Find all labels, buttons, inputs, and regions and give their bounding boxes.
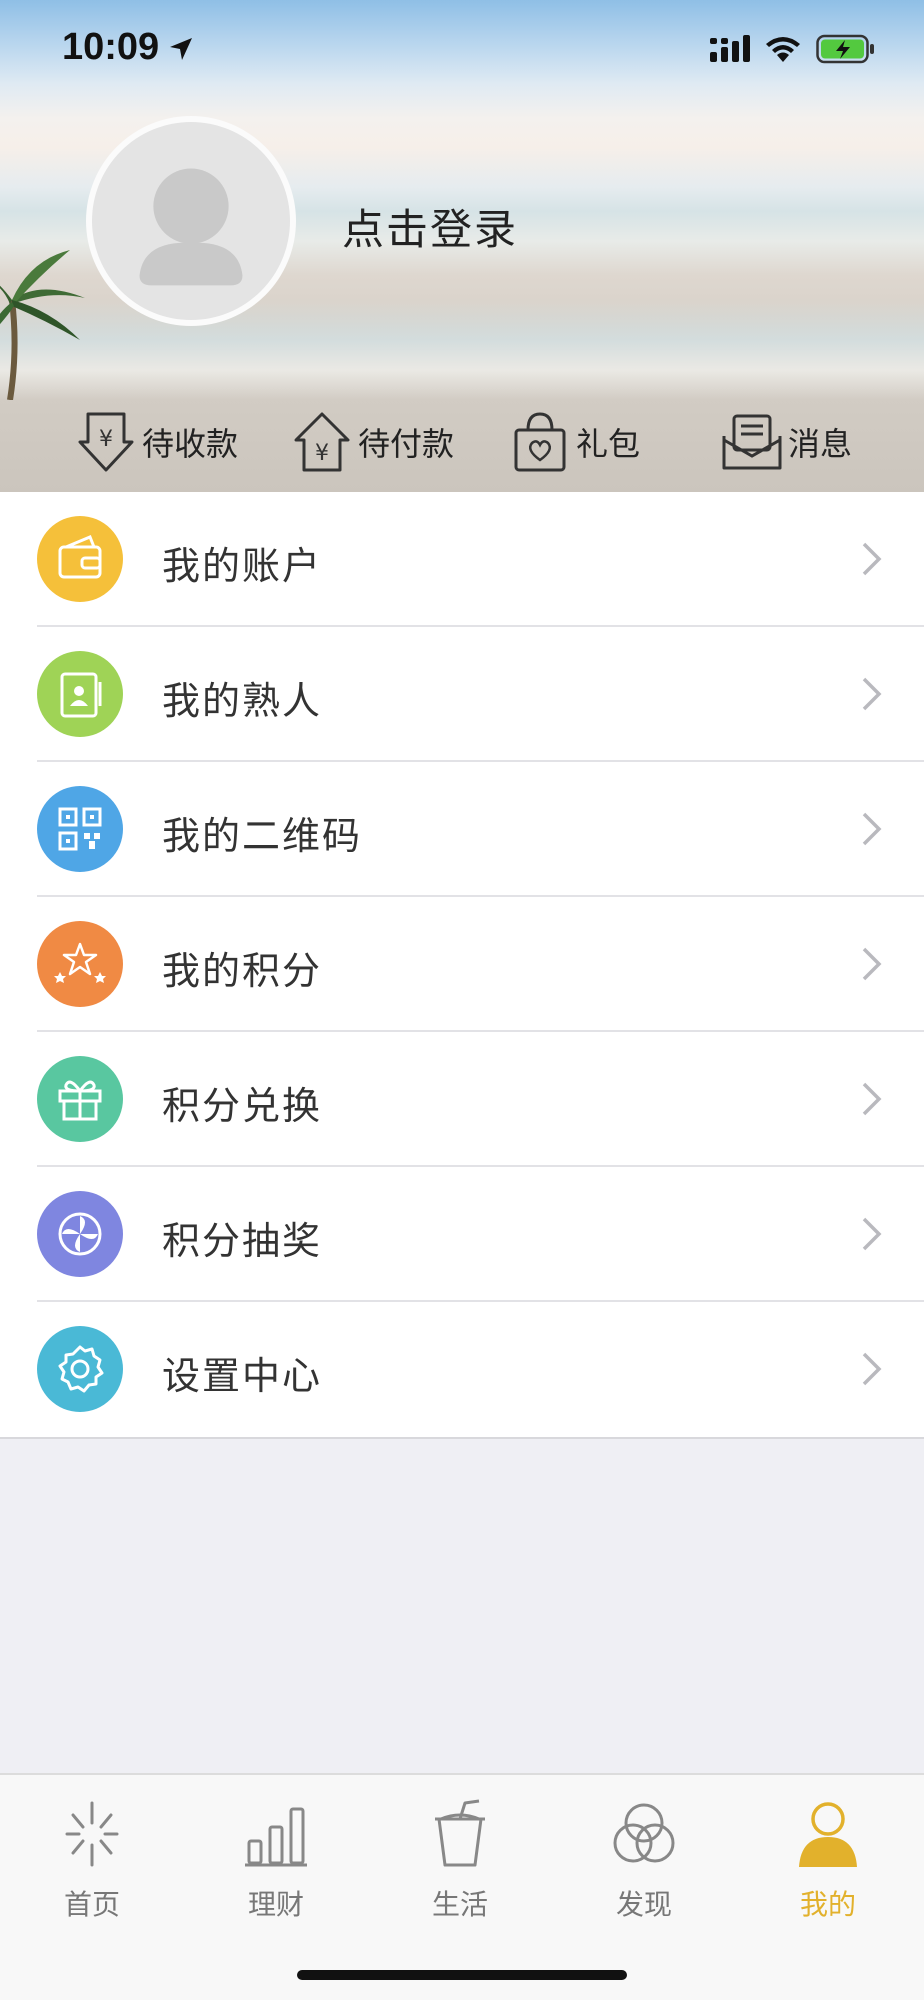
home-burst-icon — [65, 1801, 119, 1867]
tab-label: 理财 — [247, 1888, 304, 1921]
menu-item-label: 我的账户 — [162, 544, 323, 588]
discover-icon — [613, 1803, 675, 1863]
wifi-icon — [766, 37, 800, 62]
tab-label: 生活 — [431, 1888, 488, 1921]
menu-list: 我的账户 我的熟人 我的二维码 我的积分 积分兑换 积分抽奖 设置中心 — [0, 492, 924, 1439]
default-avatar-icon — [139, 168, 243, 286]
pinwheel-icon — [37, 1191, 123, 1277]
menu-item-qrcode[interactable]: 我的二维码 — [0, 762, 924, 897]
person-icon — [799, 1802, 857, 1867]
menu-item-label: 我的熟人 — [162, 679, 323, 723]
receive-money-icon: ¥ — [78, 412, 134, 472]
tab-label: 我的 — [799, 1888, 856, 1921]
chevron-right-icon — [862, 542, 882, 576]
menu-item-settings[interactable]: 设置中心 — [0, 1302, 924, 1437]
svg-text:¥: ¥ — [99, 427, 113, 452]
battery-icon — [816, 34, 874, 64]
location-arrow-icon — [170, 38, 192, 60]
cellular-signal-icon — [710, 35, 750, 62]
chevron-right-icon — [862, 677, 882, 711]
menu-item-account[interactable]: 我的账户 — [0, 492, 924, 627]
palm-tree-decoration — [0, 250, 85, 400]
profile-header: 10:09 点击登录 ¥ 待收款 ¥ 待付款 礼包 消息 — [0, 0, 924, 492]
tab-label: 发现 — [615, 1888, 672, 1921]
sea-background — [0, 300, 924, 400]
tab-life[interactable]: 生活 — [368, 1799, 552, 1921]
gift-icon — [37, 1056, 123, 1142]
tab-label: 首页 — [63, 1888, 120, 1921]
menu-item-contacts[interactable]: 我的熟人 — [0, 627, 924, 762]
home-indicator[interactable] — [297, 1970, 627, 1980]
qrcode-icon — [37, 786, 123, 872]
chevron-right-icon — [862, 1082, 882, 1116]
svg-text:¥: ¥ — [315, 441, 329, 466]
status-bar: 10:09 — [0, 0, 924, 100]
tab-bar: 首页 理财 生活 发现 我的 — [0, 1773, 924, 2000]
quick-action-label: 消息 — [788, 425, 853, 463]
quick-action-pay[interactable]: ¥ 待付款 — [290, 392, 454, 492]
tab-mine[interactable]: 我的 — [736, 1799, 920, 1921]
menu-item-label: 我的二维码 — [162, 814, 363, 858]
status-time: 10:09 — [62, 26, 160, 68]
tab-discover[interactable]: 发现 — [552, 1799, 736, 1921]
login-link[interactable]: 点击登录 — [342, 196, 518, 257]
menu-item-label: 积分兑换 — [162, 1084, 323, 1128]
gift-bag-icon — [514, 412, 566, 472]
menu-item-label: 我的积分 — [162, 949, 323, 993]
pay-money-icon: ¥ — [294, 412, 350, 472]
message-icon — [722, 414, 782, 470]
quick-action-label: 礼包 — [576, 425, 641, 463]
quick-action-message[interactable]: 消息 — [720, 392, 852, 492]
bar-chart-icon — [245, 1807, 307, 1867]
avatar[interactable] — [86, 116, 296, 326]
quick-action-bar: ¥ 待收款 ¥ 待付款 礼包 消息 — [0, 392, 924, 492]
chevron-right-icon — [862, 1352, 882, 1386]
wallet-icon — [37, 516, 123, 602]
stars-icon — [37, 921, 123, 1007]
quick-action-label: 待收款 — [142, 425, 239, 463]
menu-item-label: 积分抽奖 — [162, 1219, 323, 1263]
menu-item-lottery[interactable]: 积分抽奖 — [0, 1167, 924, 1302]
chevron-right-icon — [862, 947, 882, 981]
menu-item-points-exchange[interactable]: 积分兑换 — [0, 1032, 924, 1167]
gear-icon — [37, 1326, 123, 1412]
tab-home[interactable]: 首页 — [0, 1799, 184, 1921]
chevron-right-icon — [862, 812, 882, 846]
drink-cup-icon — [435, 1799, 485, 1867]
menu-item-points[interactable]: 我的积分 — [0, 897, 924, 1032]
quick-action-label: 待付款 — [358, 425, 455, 463]
quick-action-gift-bag[interactable]: 礼包 — [508, 392, 640, 492]
menu-item-label: 设置中心 — [162, 1354, 323, 1398]
tab-finance[interactable]: 理财 — [184, 1799, 368, 1921]
chevron-right-icon — [862, 1217, 882, 1251]
quick-action-receive[interactable]: ¥ 待收款 — [74, 392, 238, 492]
contacts-icon — [37, 651, 123, 737]
